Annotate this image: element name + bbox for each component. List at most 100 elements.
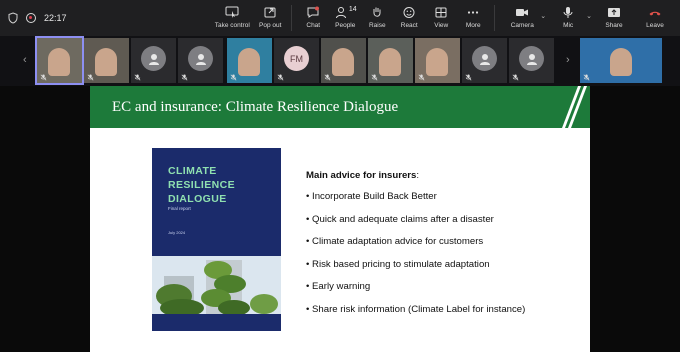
mic-muted-icon (324, 74, 331, 81)
participant-video-feed (610, 48, 632, 76)
take-control-icon (225, 6, 239, 18)
advice-list: Incorporate Build Back Better Quick and … (306, 191, 576, 326)
participant-tile[interactable] (227, 38, 272, 83)
participant-avatar-icon (141, 46, 166, 71)
raise-label: Raise (368, 22, 386, 29)
advice-section: Main advice for insurers: Incorporate Bu… (306, 170, 576, 326)
advice-heading-colon: : (416, 170, 420, 181)
mic-muted-icon (583, 74, 590, 81)
slide-header-bar: EC and insurance: Climate Resilience Dia… (90, 86, 590, 128)
advice-heading: Main advice for insurers (306, 170, 417, 181)
participant-avatar-icon (188, 46, 213, 71)
advice-heading-line: Main advice for insurers: (306, 170, 576, 181)
react-label: React (400, 22, 418, 29)
participant-tile[interactable] (321, 38, 366, 83)
green-building-photo (152, 256, 281, 314)
people-icon-group: 14 (334, 6, 357, 22)
toolbar-divider (494, 5, 496, 31)
mic-muted-icon (87, 74, 94, 81)
advice-item: Share risk information (Climate Label fo… (306, 304, 576, 327)
meeting-info: 22:17 (0, 12, 67, 24)
meeting-toolbar: 22:17 Take control Pop out Chat 14 Peopl… (0, 0, 680, 36)
participant-tile[interactable] (131, 38, 176, 83)
more-button[interactable]: More (457, 0, 489, 36)
leave-phone-icon (649, 11, 661, 16)
strip-prev-chevron-icon[interactable]: ‹ (23, 54, 27, 66)
participant-video-feed (426, 48, 448, 76)
green-building-illustration (152, 256, 281, 314)
mic-muted-icon (40, 74, 47, 81)
presenter-name-bar (0, 348, 90, 352)
pop-out-button[interactable]: Pop out (254, 0, 286, 36)
mic-muted-icon (512, 74, 519, 81)
teams-meeting-window: 22:17 Take control Pop out Chat 14 Peopl… (0, 0, 680, 352)
take-control-button[interactable]: Take control (210, 0, 254, 36)
advice-item: Risk based pricing to stimulate adaptati… (306, 259, 576, 282)
report-title: CLIMATE RESILIENCE DIALOGUE (168, 165, 236, 205)
react-button[interactable]: React (393, 0, 425, 36)
people-button[interactable]: 14 People (329, 0, 361, 36)
people-count: 14 (348, 6, 357, 13)
camera-label: Camera (510, 22, 534, 29)
mic-muted-icon (277, 74, 284, 81)
share-button[interactable]: Share (592, 0, 636, 36)
more-icon (468, 11, 479, 14)
take-control-label: Take control (214, 22, 250, 29)
mic-muted-icon (181, 74, 188, 81)
chat-icon (307, 6, 320, 18)
advice-item: Early warning (306, 281, 576, 304)
leave-button[interactable]: Leave (636, 0, 674, 36)
slash-decoration-icon (562, 86, 587, 128)
participant-video-feed (48, 48, 70, 76)
leave-label: Leave (646, 22, 664, 29)
people-icon (335, 7, 346, 19)
camera-icon (516, 9, 529, 16)
participant-tile[interactable] (415, 38, 460, 83)
react-icon (403, 7, 415, 18)
participant-tile[interactable] (84, 38, 129, 83)
participant-tile[interactable]: FM (274, 38, 319, 83)
report-cover-image: CLIMATE RESILIENCE DIALOGUE Final report… (152, 148, 281, 331)
participant-avatar-icon (519, 46, 544, 71)
pop-out-label: Pop out (259, 22, 282, 29)
participant-tile[interactable] (178, 38, 223, 83)
participant-video-feed (95, 48, 117, 76)
presentation-slide: EC and insurance: Climate Resilience Dia… (90, 86, 590, 352)
participant-video-feed (332, 48, 354, 76)
more-label: More (465, 22, 481, 29)
participant-tile[interactable] (368, 38, 413, 83)
mic-button[interactable]: Mic (546, 0, 590, 36)
share-icon (608, 8, 620, 17)
camera-button[interactable]: Camera (500, 0, 544, 36)
participant-video-feed (379, 48, 401, 76)
toolbar-buttons: Take control Pop out Chat 14 People Rais… (210, 0, 674, 36)
view-icon (435, 7, 447, 18)
mic-label: Mic (563, 22, 574, 29)
people-label: People (335, 22, 356, 29)
share-label: Share (605, 22, 623, 29)
participant-avatar-icon (472, 46, 497, 71)
advice-item: Climate adaptation advice for customers (306, 236, 576, 259)
mic-icon (563, 7, 573, 18)
toolbar-divider (291, 5, 293, 31)
report-subtitle: Final report (168, 206, 191, 211)
participant-tile[interactable] (35, 36, 84, 85)
chat-label: Chat (306, 22, 321, 29)
view-label: View (434, 22, 449, 29)
strip-next-chevron-icon[interactable]: › (566, 54, 570, 66)
mic-muted-icon (134, 74, 141, 81)
participant-tile[interactable] (580, 38, 662, 83)
participant-tile[interactable] (462, 38, 507, 83)
shared-screen-stage: EC and insurance: Climate Resilience Dia… (0, 86, 680, 352)
participant-tile[interactable] (509, 38, 554, 83)
raise-hand-icon (373, 7, 381, 17)
mic-muted-icon (465, 74, 472, 81)
view-button[interactable]: View (425, 0, 457, 36)
raise-hand-button[interactable]: Raise (361, 0, 393, 36)
shield-icon (8, 12, 18, 24)
chat-button[interactable]: Chat (297, 0, 329, 36)
recording-icon (26, 13, 36, 23)
slide-title: EC and insurance: Climate Resilience Dia… (112, 99, 399, 115)
meeting-timer: 22:17 (44, 13, 67, 23)
advice-item: Incorporate Build Back Better (306, 191, 576, 214)
